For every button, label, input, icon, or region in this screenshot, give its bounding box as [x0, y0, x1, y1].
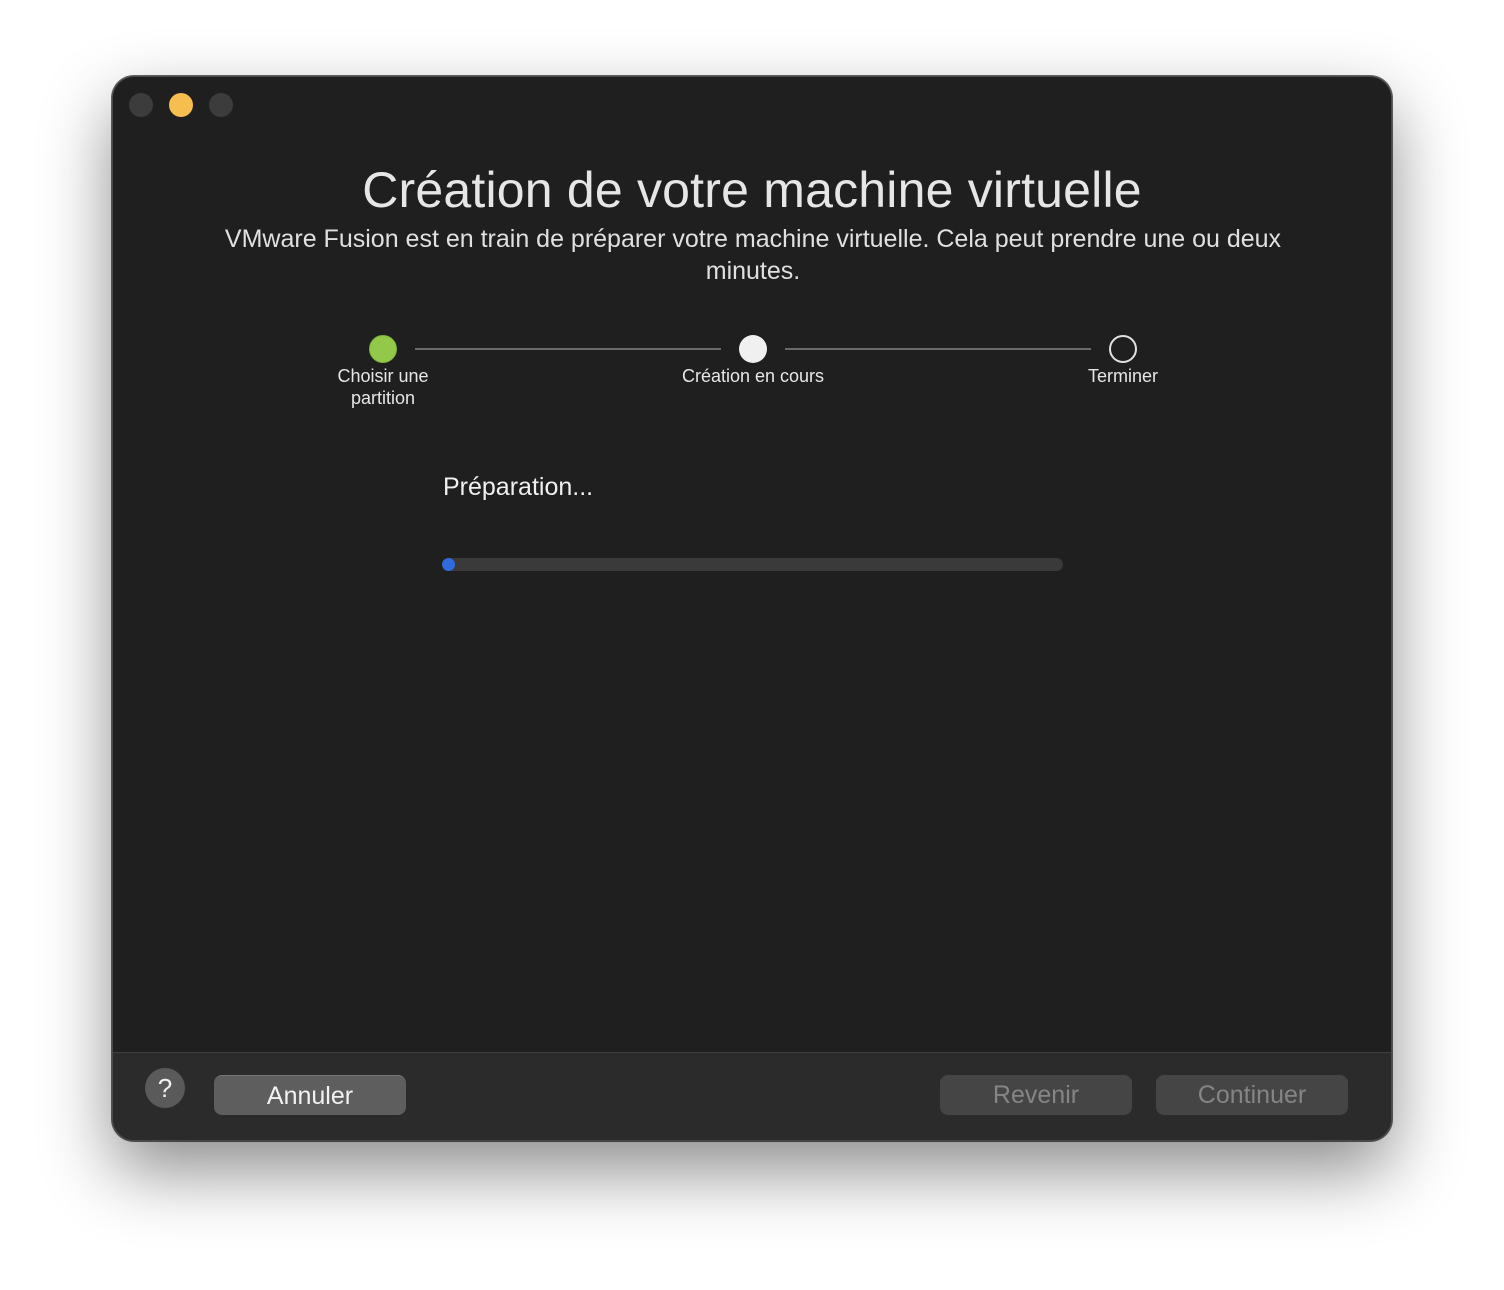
page-subtitle: VMware Fusion est en train de préparer v… — [224, 225, 1282, 285]
minimize-window-icon[interactable] — [169, 93, 193, 117]
progress-fill — [442, 558, 455, 571]
step-label-creation: Création en cours — [681, 366, 825, 386]
help-button[interactable]: ? — [145, 1068, 185, 1108]
page-title: Création de votre machine virtuelle — [362, 162, 1142, 218]
footer-bar: ? Annuler Revenir Continuer — [113, 1052, 1391, 1140]
cancel-button[interactable]: Annuler — [214, 1075, 406, 1115]
back-button[interactable]: Revenir — [940, 1075, 1132, 1115]
step-connector — [785, 348, 1091, 350]
window-controls — [129, 93, 233, 117]
zoom-window-icon[interactable] — [209, 93, 233, 117]
continue-button[interactable]: Continuer — [1156, 1075, 1348, 1115]
step-current-icon — [739, 335, 767, 363]
step-label-finish: Terminer — [1087, 366, 1158, 386]
close-window-icon[interactable] — [129, 93, 153, 117]
step-label-partition: Choisir une partition — [337, 366, 429, 408]
step-connector — [415, 348, 721, 350]
step-indicator: Choisir une partition Création en cours … — [113, 335, 1391, 425]
setup-window: Création de votre machine virtuelle VMwa… — [112, 76, 1392, 1141]
step-pending-icon — [1109, 335, 1137, 363]
progress-bar — [442, 558, 1063, 571]
progress-status: Préparation... — [443, 473, 594, 501]
step-done-icon — [369, 335, 397, 363]
